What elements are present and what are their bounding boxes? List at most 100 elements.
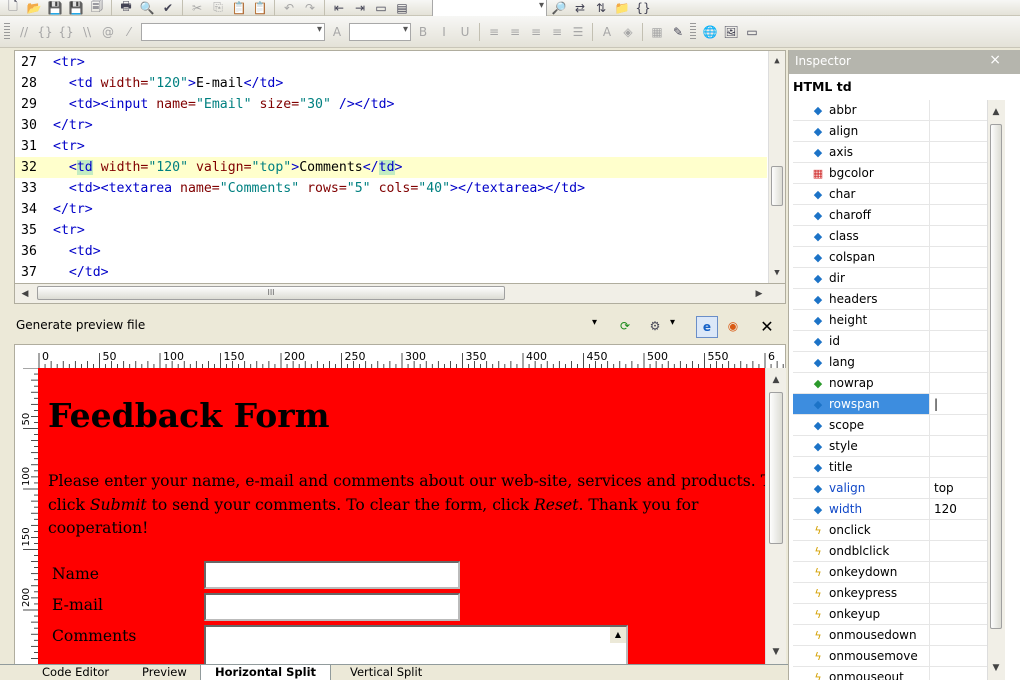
font-size-icon[interactable]: A — [328, 23, 346, 41]
settings-icon[interactable]: ⚙ — [646, 317, 664, 335]
new-file-icon[interactable]: 🗋 — [4, 0, 22, 17]
toolbar-grip[interactable] — [690, 22, 696, 41]
tab-code-editor[interactable]: Code Editor — [28, 665, 123, 680]
comment-icon[interactable]: // — [15, 23, 33, 41]
tab-horizontal-split[interactable]: Horizontal Split — [200, 665, 332, 680]
braces-icon[interactable]: {} — [36, 23, 54, 41]
inspector-attr-value[interactable] — [929, 352, 989, 372]
code-line[interactable]: 29 <td><input name="Email" size="30" /><… — [15, 94, 767, 115]
font-name-combo[interactable] — [141, 22, 325, 41]
inspector-row-onmousemove[interactable]: ϟ onmousemove — [793, 646, 989, 667]
preview-icon[interactable]: 🔍 — [138, 0, 156, 17]
inspector-attr-value[interactable] — [929, 100, 989, 120]
inspector-attr-value[interactable] — [929, 520, 989, 540]
image-icon[interactable]: 🖼 — [722, 23, 740, 41]
inspector-scroll-thumb[interactable] — [990, 124, 1002, 629]
preview-scroll-thumb[interactable] — [769, 392, 783, 544]
textarea-scroll-up-icon[interactable]: ▲ — [610, 627, 626, 643]
inspector-attr-value[interactable]: top — [929, 478, 989, 498]
inspector-attr-value[interactable] — [929, 163, 989, 183]
tag-icon[interactable]: ⁄ — [120, 23, 138, 41]
code-line[interactable]: 35 <tr> — [15, 220, 767, 241]
inspector-row-colspan[interactable]: ◆ colspan — [793, 247, 989, 268]
inspector-attr-value[interactable] — [929, 247, 989, 267]
frame-icon[interactable]: ▭ — [743, 23, 761, 41]
braces-block-icon[interactable]: {} — [57, 23, 75, 41]
code-horizontal-scrollbar[interactable]: ◀ III ▶ — [14, 284, 786, 304]
inspector-attr-value[interactable] — [929, 268, 989, 288]
inspector-row-width[interactable]: ◆ width 120 — [793, 499, 989, 520]
window-icon[interactable]: ▭ — [372, 0, 390, 17]
tab-preview[interactable]: Preview — [128, 665, 201, 680]
inspector-row-id[interactable]: ◆ id — [793, 331, 989, 352]
inspector-attr-value[interactable] — [929, 436, 989, 456]
spellcheck-icon[interactable]: ✔ — [159, 0, 177, 17]
inspector-attr-value[interactable] — [929, 541, 989, 561]
inspector-row-dir[interactable]: ◆ dir — [793, 268, 989, 289]
inspector-attr-value[interactable]: 120 — [929, 499, 989, 519]
inspector-row-headers[interactable]: ◆ headers — [793, 289, 989, 310]
code-line[interactable]: 36 <td> — [15, 241, 767, 262]
inspector-row-style[interactable]: ◆ style — [793, 436, 989, 457]
list-icon[interactable]: ☰ — [569, 23, 587, 41]
sync-icon[interactable]: ⇅ — [592, 0, 610, 17]
save-all-icon[interactable]: 💾 — [67, 0, 85, 17]
inspector-row-height[interactable]: ◆ height — [793, 310, 989, 331]
close-preview-icon[interactable]: ✕ — [758, 317, 776, 336]
css-icon[interactable]: ▦ — [648, 23, 666, 41]
code-line[interactable]: 31 <tr> — [15, 136, 767, 157]
scroll-down-icon[interactable]: ▼ — [988, 660, 1004, 676]
align-left-icon[interactable]: ≡ — [485, 23, 503, 41]
scroll-down-icon[interactable]: ▼ — [769, 265, 785, 281]
toolbar-grip[interactable] — [4, 22, 10, 41]
italic-icon[interactable]: I — [435, 23, 453, 41]
redo-icon[interactable]: ↷ — [301, 0, 319, 17]
inspector-row-rowspan[interactable]: ◆ rowspan | — [793, 394, 989, 415]
close-file-icon[interactable]: 🗐 — [88, 0, 106, 17]
inspector-row-onclick[interactable]: ϟ onclick — [793, 520, 989, 541]
bold-icon[interactable]: B — [414, 23, 432, 41]
cut-icon[interactable]: ✂ — [188, 0, 206, 17]
globe-icon[interactable]: 🌐 — [701, 23, 719, 41]
validate-icon[interactable]: ✎ — [669, 23, 687, 41]
find-icon[interactable]: 🔎 — [550, 0, 568, 17]
fill-color-icon[interactable]: ◈ — [619, 23, 637, 41]
inspector-row-abbr[interactable]: ◆ abbr — [793, 100, 989, 121]
inspector-row-title[interactable]: ◆ title — [793, 457, 989, 478]
text-color-icon[interactable]: A — [598, 23, 616, 41]
inspector-row-char[interactable]: ◆ char — [793, 184, 989, 205]
code-vertical-scrollbar[interactable]: ▲ ▼ — [768, 51, 785, 283]
inspector-row-valign[interactable]: ◆ valign top — [793, 478, 989, 499]
code-line[interactable]: 30 </tr> — [15, 115, 767, 136]
inspector-attr-value[interactable] — [929, 226, 989, 246]
tab-vertical-split[interactable]: Vertical Split — [336, 665, 436, 680]
preview-page[interactable]: Feedback Form Please enter your name, e-… — [38, 368, 765, 664]
refresh-icon[interactable]: ⟳ — [616, 317, 634, 335]
inspector-row-scope[interactable]: ◆ scope — [793, 415, 989, 436]
inspector-attr-value[interactable] — [929, 646, 989, 666]
inspector-attr-value[interactable] — [929, 142, 989, 162]
preview-vertical-scrollbar[interactable]: ▲ ▼ — [765, 368, 786, 664]
inspector-row-bgcolor[interactable]: ▦ bgcolor — [793, 163, 989, 184]
inspector-row-align[interactable]: ◆ align — [793, 121, 989, 142]
code-editor[interactable]: 27 <tr> 28 <td width="120">E-mail</td> 29 <… — [14, 50, 786, 284]
scroll-left-icon[interactable]: ◀ — [17, 286, 33, 302]
inspector-attr-value[interactable] — [929, 415, 989, 435]
inspector-row-onkeydown[interactable]: ϟ onkeydown — [793, 562, 989, 583]
undo-icon[interactable]: ↶ — [280, 0, 298, 17]
justify-icon[interactable]: ≡ — [548, 23, 566, 41]
inspector-attr-value[interactable] — [929, 604, 989, 624]
code-line[interactable]: 27 <tr> — [15, 52, 767, 73]
inspector-row-nowrap[interactable]: ◆ nowrap — [793, 373, 989, 394]
at-icon[interactable]: @ — [99, 23, 117, 41]
print-icon[interactable]: 🖶 — [117, 0, 135, 17]
inspector-attr-value[interactable] — [929, 331, 989, 351]
inspector-attr-value[interactable] — [929, 667, 989, 680]
inspector-attr-value[interactable] — [929, 625, 989, 645]
inspector-row-onmousedown[interactable]: ϟ onmousedown — [793, 625, 989, 646]
scroll-up-icon[interactable]: ▲ — [769, 53, 785, 69]
inspector-attr-value[interactable]: | — [929, 394, 989, 414]
braces-icon[interactable]: {} — [634, 0, 652, 17]
align-right-icon[interactable]: ≡ — [527, 23, 545, 41]
scroll-up-icon[interactable]: ▲ — [988, 104, 1004, 120]
